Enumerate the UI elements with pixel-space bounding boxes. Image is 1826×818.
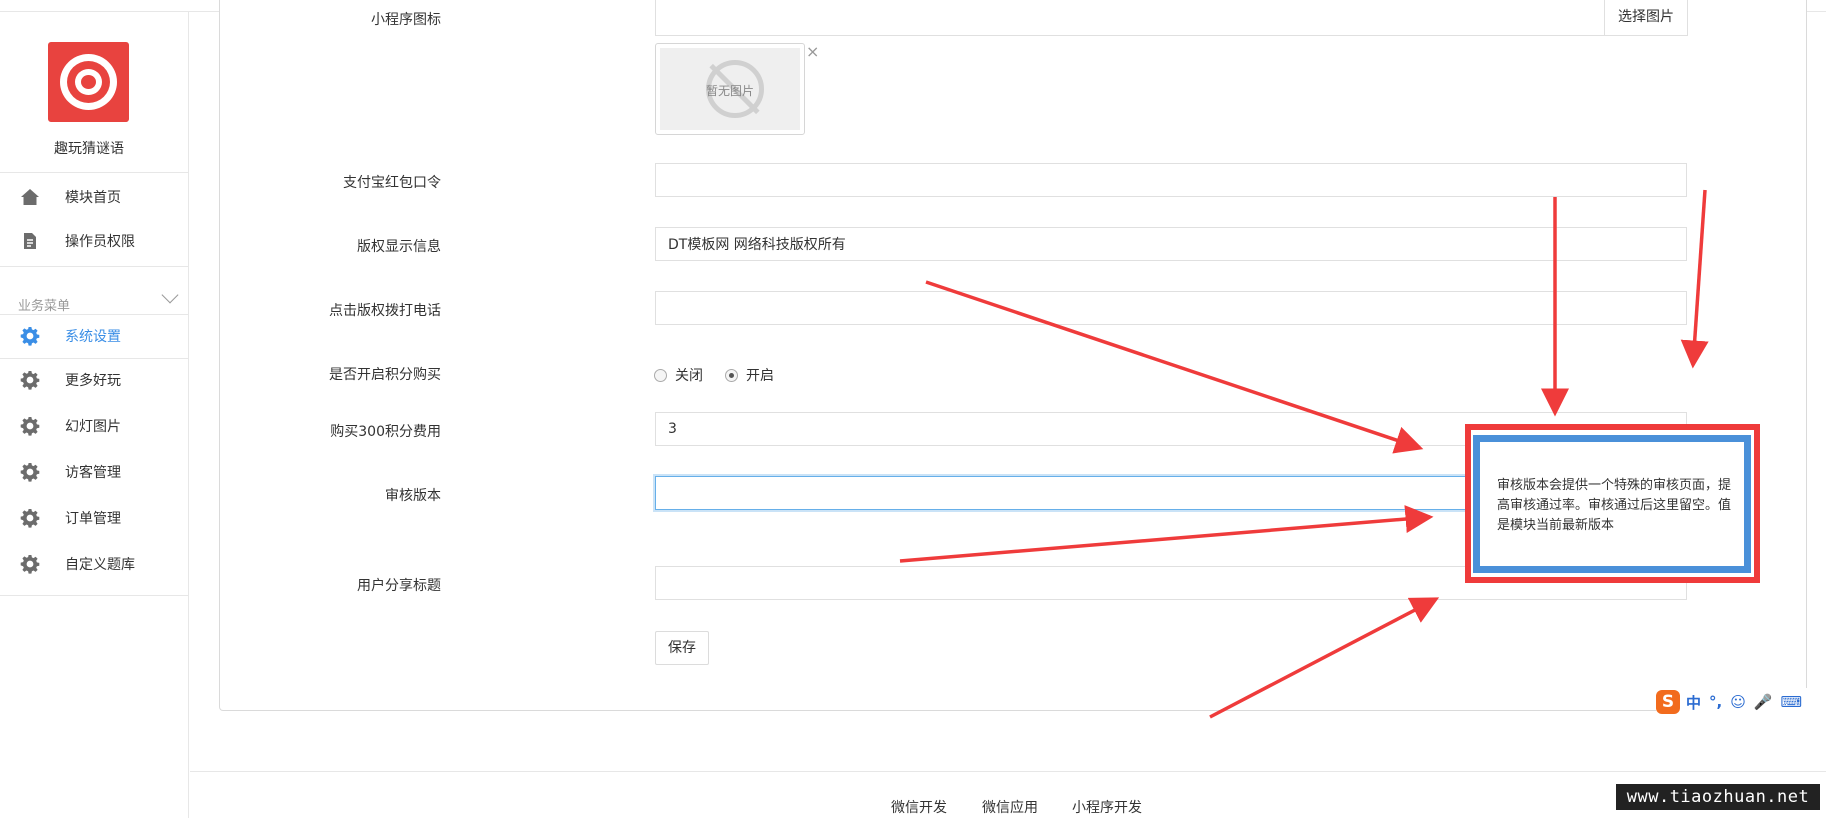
gear-icon: [20, 370, 40, 390]
mini-icon-input[interactable]: [655, 0, 1605, 36]
sidebar-item-label: 系统设置: [65, 329, 121, 345]
ime-keyboard-icon[interactable]: ⌨: [1781, 693, 1803, 711]
radio-off[interactable]: [654, 368, 667, 382]
gear-icon: [20, 416, 40, 436]
sidebar-item-label: 自定义题库: [65, 557, 135, 573]
alipay-code-input[interactable]: [655, 163, 1687, 197]
app-name: 趣玩猜谜语: [54, 141, 124, 157]
no-image-text: 暂无图片: [705, 84, 754, 98]
copyright-input[interactable]: [655, 227, 1687, 261]
section-title: 业务菜单: [18, 299, 71, 314]
footer-link-wechat-apps[interactable]: 微信应用: [982, 797, 1038, 817]
chevron-down-icon[interactable]: [161, 286, 179, 304]
mini-icon-label: 小程序图标: [371, 12, 441, 28]
sidebar-item-label: 幻灯图片: [65, 419, 121, 435]
sidebar-item-label: 订单管理: [65, 511, 121, 527]
select-image-button[interactable]: 选择图片: [1604, 0, 1688, 36]
radio-off-label[interactable]: 关闭: [675, 365, 703, 385]
radio-on[interactable]: [725, 368, 738, 382]
share-title-label: 用户分享标题: [357, 578, 441, 594]
sidebar-item-more-fun[interactable]: 更多好玩: [0, 358, 189, 402]
sidebar-item-orders[interactable]: 订单管理: [0, 496, 189, 540]
ime-toolbar[interactable]: S 中 °, ☺ 🎤 ⌨: [1656, 688, 1811, 716]
radio-on-label[interactable]: 开启: [746, 365, 774, 385]
sidebar-item-system-settings[interactable]: 系统设置: [0, 314, 189, 358]
copyright-phone-input[interactable]: [655, 291, 1687, 325]
app-logo: [48, 42, 129, 122]
copyright-label: 版权显示信息: [357, 239, 441, 255]
sogou-ime-logo-icon[interactable]: S: [1656, 690, 1680, 714]
annotation-text: 审核版本会提供一个特殊的审核页面，提高审核通过率。审核通过后这里留空。值是模块当…: [1497, 478, 1732, 533]
sidebar: 趣玩猜谜语 模块首页 操作员权限 业务菜单 系统设置 更多好玩 幻灯图片 访客管…: [0, 12, 189, 818]
site-watermark: www.tiaozhuan.net: [1616, 784, 1820, 810]
sidebar-item-module-home[interactable]: 模块首页: [0, 175, 189, 219]
review-version-label: 审核版本: [385, 488, 441, 504]
document-edit-icon: [20, 231, 40, 251]
gear-icon: [20, 462, 40, 482]
sidebar-item-slides[interactable]: 幻灯图片: [0, 404, 189, 448]
ime-punctuation[interactable]: °,: [1709, 693, 1722, 711]
sidebar-item-label: 模块首页: [65, 190, 121, 206]
home-icon: [20, 187, 40, 207]
save-button[interactable]: 保存: [655, 631, 709, 665]
alipay-code-label: 支付宝红包口令: [343, 175, 441, 191]
ime-voice-icon[interactable]: 🎤: [1754, 693, 1773, 711]
image-preview: 暂无图片: [655, 43, 805, 135]
points-purchase-radio-group: 关闭 开启: [654, 365, 796, 385]
divider: [0, 172, 189, 173]
sidebar-item-visitors[interactable]: 访客管理: [0, 450, 189, 494]
sidebar-item-label: 操作员权限: [65, 234, 135, 250]
ime-chinese-mode[interactable]: 中: [1686, 692, 1701, 713]
sidebar-item-label: 更多好玩: [65, 373, 121, 389]
points-purchase-label: 是否开启积分购买: [329, 367, 441, 383]
copyright-phone-label: 点击版权拨打电话: [329, 303, 441, 319]
gear-icon: [20, 508, 40, 528]
remove-image-icon[interactable]: ×: [806, 44, 819, 60]
footer-link-miniprogram-dev[interactable]: 小程序开发: [1072, 797, 1142, 817]
footer-divider: [190, 771, 1826, 772]
points-fee-label: 购买300积分费用: [330, 424, 441, 440]
divider: [0, 266, 189, 267]
gear-icon: [20, 554, 40, 574]
settings-form-panel: 小程序图标 选择图片 暂无图片 × 支付宝红包口令 版权显示信息 点击版权拨打电…: [219, 0, 1807, 711]
footer-link-wechat-dev[interactable]: 微信开发: [891, 797, 947, 817]
gear-icon: [20, 326, 40, 346]
sidebar-item-label: 访客管理: [65, 465, 121, 481]
divider: [0, 595, 189, 596]
sidebar-item-operator-permissions[interactable]: 操作员权限: [0, 219, 189, 263]
ime-emoji-icon[interactable]: ☺: [1730, 693, 1746, 711]
sidebar-item-custom-questions[interactable]: 自定义题库: [0, 542, 189, 586]
